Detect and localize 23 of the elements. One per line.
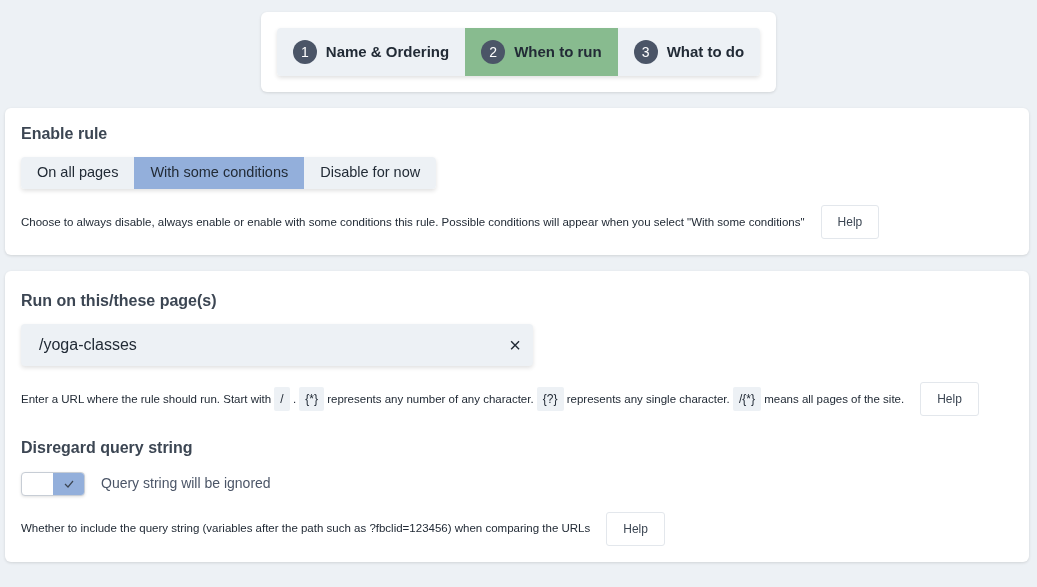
- description-text: Choose to always disable, always enable or enable with some conditions this rule. Possible conditions will appear when you select "With some conditions": [21, 214, 805, 230]
- help-button[interactable]: Help: [820, 205, 880, 240]
- section-title: Run on this/these page(s): [21, 291, 218, 311]
- option-tab[interactable]: Disable for now: [304, 157, 437, 190]
- url-field[interactable]: /yoga-classes ×: [21, 324, 533, 367]
- option-tab[interactable]: On all pages: [21, 157, 135, 190]
- toggle-switch[interactable]: [21, 471, 85, 496]
- description-text: Enter a URL where the rule should run. Start with / . {*} represents any number of any character. {?} represents any single character. /{*} means all pages of the site.: [21, 390, 905, 409]
- step-number: 3: [633, 40, 658, 64]
- help-button[interactable]: Help: [920, 382, 979, 417]
- step-tab[interactable]: 3 What to do: [617, 28, 761, 76]
- clear-button[interactable]: ×: [509, 335, 521, 356]
- step-tab[interactable]: 1 Name & Ordering: [276, 28, 466, 76]
- section-title: Enable rule: [21, 124, 109, 144]
- step-tab[interactable]: 2 When to run: [465, 28, 618, 76]
- description-text: Whether to include the query string (variables after the path such as ?fbclid=123456) when comparing the URLs: [21, 520, 591, 536]
- step-number: 2: [481, 40, 506, 64]
- step-number: 1: [292, 40, 317, 64]
- option-tab[interactable]: With some conditions: [134, 157, 305, 190]
- section-title: Disregard query string: [21, 438, 194, 458]
- check-icon: [63, 479, 74, 488]
- toggle-label: Query string will be ignored: [101, 474, 271, 494]
- help-button[interactable]: Help: [606, 511, 665, 546]
